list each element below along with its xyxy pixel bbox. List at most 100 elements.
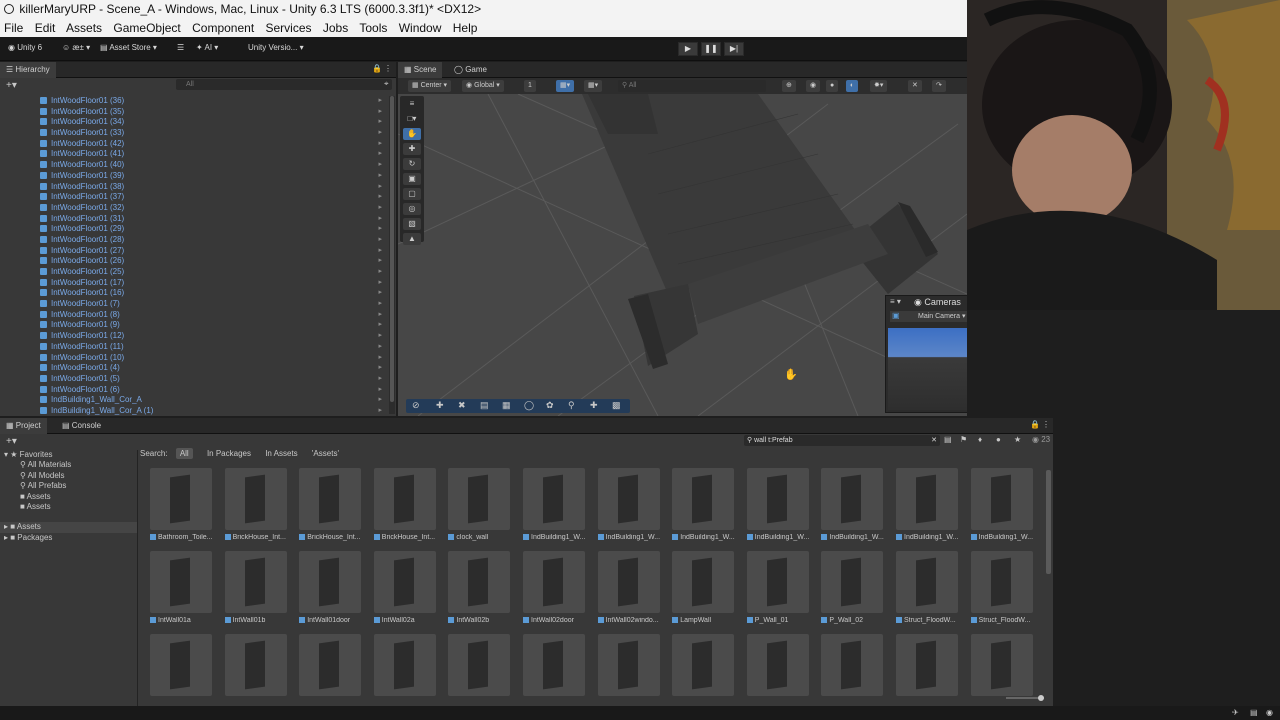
tab-hierarchy[interactable]: ☰ Hierarchy [0, 62, 56, 78]
lock-icon[interactable]: 🔒 [1030, 420, 1040, 429]
layers-icon[interactable]: ☰ [177, 43, 184, 52]
asset-tile[interactable]: IntWall02a [373, 551, 438, 633]
hierarchy-item[interactable]: IntWoodFloor01 (4) ▸ [0, 363, 390, 374]
favorites-folder[interactable]: ▾ ★ Favorites [0, 450, 137, 460]
asset-tile[interactable]: P_Wall_01 [746, 551, 811, 633]
effects-icon[interactable]: ✸▾ [870, 80, 888, 92]
expand-arrow-icon[interactable]: ▸ [378, 107, 382, 118]
expand-arrow-icon[interactable]: ▸ [378, 192, 382, 203]
menu-tools[interactable]: Tools [359, 21, 387, 35]
expand-arrow-icon[interactable]: ▸ [378, 331, 382, 342]
asset-store-button[interactable]: ▤ Asset Store ▾ [100, 43, 157, 52]
transform-tool-icon[interactable]: ◎ [403, 203, 421, 215]
asset-tile[interactable] [821, 634, 885, 716]
menu-edit[interactable]: Edit [35, 21, 56, 35]
more-menu-icon[interactable]: ⋮ [1042, 420, 1050, 429]
expand-arrow-icon[interactable]: ▸ [378, 342, 382, 353]
expand-arrow-icon[interactable]: ▸ [378, 385, 382, 396]
expand-arrow-icon[interactable]: ▸ [378, 128, 382, 139]
overlay-tool-8-icon[interactable]: ⚲ [568, 400, 575, 411]
zoom-slider-handle[interactable] [1038, 695, 1044, 701]
play-icon[interactable]: ▶ [678, 42, 698, 56]
asset-tile[interactable]: IndBuilding1_W... [970, 468, 1035, 550]
asset-tile[interactable]: IndBuilding1_W... [821, 468, 885, 550]
scope-assets-folder[interactable]: 'Assets' [312, 449, 339, 458]
camera-select-dropdown[interactable]: Main Camera ▾ [890, 311, 967, 322]
hierarchy-item[interactable]: IntWoodFloor01 (32) ▸ [0, 203, 390, 214]
scene-search-input[interactable]: ⚲ All [618, 80, 766, 92]
asset-tile[interactable]: IntWall02door [523, 551, 587, 633]
asset-tile[interactable]: IndBuilding1_W... [523, 468, 587, 550]
expand-arrow-icon[interactable]: ▸ [378, 246, 382, 257]
menu-component[interactable]: Component [192, 21, 254, 35]
cube-view-icon[interactable]: □▾ [403, 113, 421, 125]
expand-arrow-icon[interactable]: ▸ [378, 224, 382, 235]
overlay-tool-4-icon[interactable]: ▤ [480, 400, 489, 411]
asset-tile[interactable]: IndBuilding1_W... [672, 468, 736, 550]
hierarchy-item[interactable]: IntWoodFloor01 (39) ▸ [0, 171, 390, 182]
gizmos-icon[interactable]: ↷ [932, 80, 946, 92]
hierarchy-item[interactable]: IntWoodFloor01 (8) ▸ [0, 310, 390, 321]
pause-icon[interactable]: ❚❚ [701, 42, 721, 56]
space-dropdown[interactable]: ◉ Global ▾ [462, 80, 504, 92]
asset-tile[interactable] [448, 634, 512, 716]
rect-tool-icon[interactable]: ▢ [403, 188, 421, 200]
hierarchy-item[interactable]: IntWoodFloor01 (33) ▸ [0, 128, 390, 139]
tab-scene[interactable]: ▦ Scene [398, 62, 443, 78]
expand-arrow-icon[interactable]: ▸ [378, 310, 382, 321]
status-icon-2[interactable]: ▤ [1250, 708, 1258, 717]
asset-tile[interactable] [373, 634, 438, 716]
expand-arrow-icon[interactable]: ▸ [378, 267, 382, 278]
asset-tile[interactable]: BrickHouse_Int... [373, 468, 438, 550]
hierarchy-item[interactable]: IntWoodFloor01 (42) ▸ [0, 139, 390, 150]
expand-arrow-icon[interactable]: ▸ [378, 235, 382, 246]
expand-arrow-icon[interactable]: ▸ [378, 353, 382, 364]
hierarchy-item[interactable]: IntWoodFloor01 (17) ▸ [0, 278, 390, 289]
scrollbar-thumb[interactable] [390, 96, 394, 402]
asset-tile[interactable]: IntWall01a [150, 551, 214, 633]
hierarchy-item[interactable]: IntWoodFloor01 (16) ▸ [0, 288, 390, 299]
hierarchy-item[interactable]: IntWoodFloor01 (37) ▸ [0, 192, 390, 203]
custom-tool-icon[interactable]: ▧ [403, 218, 421, 230]
scene-viewport[interactable] [398, 94, 967, 416]
probuilder-tool-icon[interactable]: ▲ [403, 233, 421, 245]
favorite-all-materials[interactable]: ⚲ All Materials [0, 460, 137, 470]
overlay-tool-3-icon[interactable]: ✖ [458, 400, 466, 411]
expand-arrow-icon[interactable]: ▸ [378, 374, 382, 385]
create-asset-button[interactable]: +▾ [6, 436, 17, 447]
filter-type-icon[interactable]: ▤ [944, 435, 952, 444]
expand-arrow-icon[interactable]: ▸ [378, 203, 382, 214]
expand-arrow-icon[interactable]: ▸ [378, 139, 382, 150]
asset-tile[interactable]: LampWall [672, 551, 736, 633]
asset-tile[interactable]: IndBuilding1_W... [597, 468, 662, 550]
favorite-assets-1[interactable]: ■ Assets [0, 492, 137, 502]
asset-tile[interactable]: clock_wall [448, 468, 512, 550]
assets-folder[interactable]: ▸ ■ Assets [0, 522, 137, 533]
asset-tile[interactable]: IndBuilding1_W... [896, 468, 960, 550]
menu-services[interactable]: Services [266, 21, 312, 35]
hierarchy-scrollbar[interactable] [389, 96, 395, 414]
hierarchy-item[interactable]: IntWoodFloor01 (36) ▸ [0, 96, 390, 107]
hierarchy-item[interactable]: IntWoodFloor01 (9) ▸ [0, 320, 390, 331]
expand-arrow-icon[interactable]: ▸ [378, 278, 382, 289]
asset-tile[interactable]: P_Wall_02 [821, 551, 885, 633]
wireframe-icon[interactable]: ◉ [806, 80, 821, 92]
rotate-tool-icon[interactable]: ↻ [403, 158, 421, 170]
expand-arrow-icon[interactable]: ▸ [378, 299, 382, 310]
expand-arrow-icon[interactable]: ▸ [378, 406, 382, 417]
audio-icon[interactable]: ✕ [908, 80, 922, 92]
asset-grid-scrollbar[interactable] [1046, 470, 1051, 574]
asset-tile[interactable] [970, 634, 1035, 716]
hierarchy-item[interactable]: IntWoodFloor01 (10) ▸ [0, 353, 390, 364]
status-icon-1[interactable]: ✈ [1232, 708, 1239, 717]
asset-tile[interactable]: IntWall01door [299, 551, 363, 633]
asset-tile[interactable] [224, 634, 289, 716]
hierarchy-item[interactable]: IntWoodFloor01 (11) ▸ [0, 342, 390, 353]
grid-toggle-icon[interactable]: ▦▾ [556, 80, 575, 92]
overlay-tool-6-icon[interactable]: ◯ [524, 400, 534, 411]
hierarchy-item[interactable]: IntWoodFloor01 (25) ▸ [0, 267, 390, 278]
filter-label-icon[interactable]: ⚑ [960, 435, 967, 444]
hierarchy-item[interactable]: IntWoodFloor01 (40) ▸ [0, 160, 390, 171]
tab-game[interactable]: ◯ Game [448, 62, 493, 78]
expand-arrow-icon[interactable]: ▸ [378, 117, 382, 128]
